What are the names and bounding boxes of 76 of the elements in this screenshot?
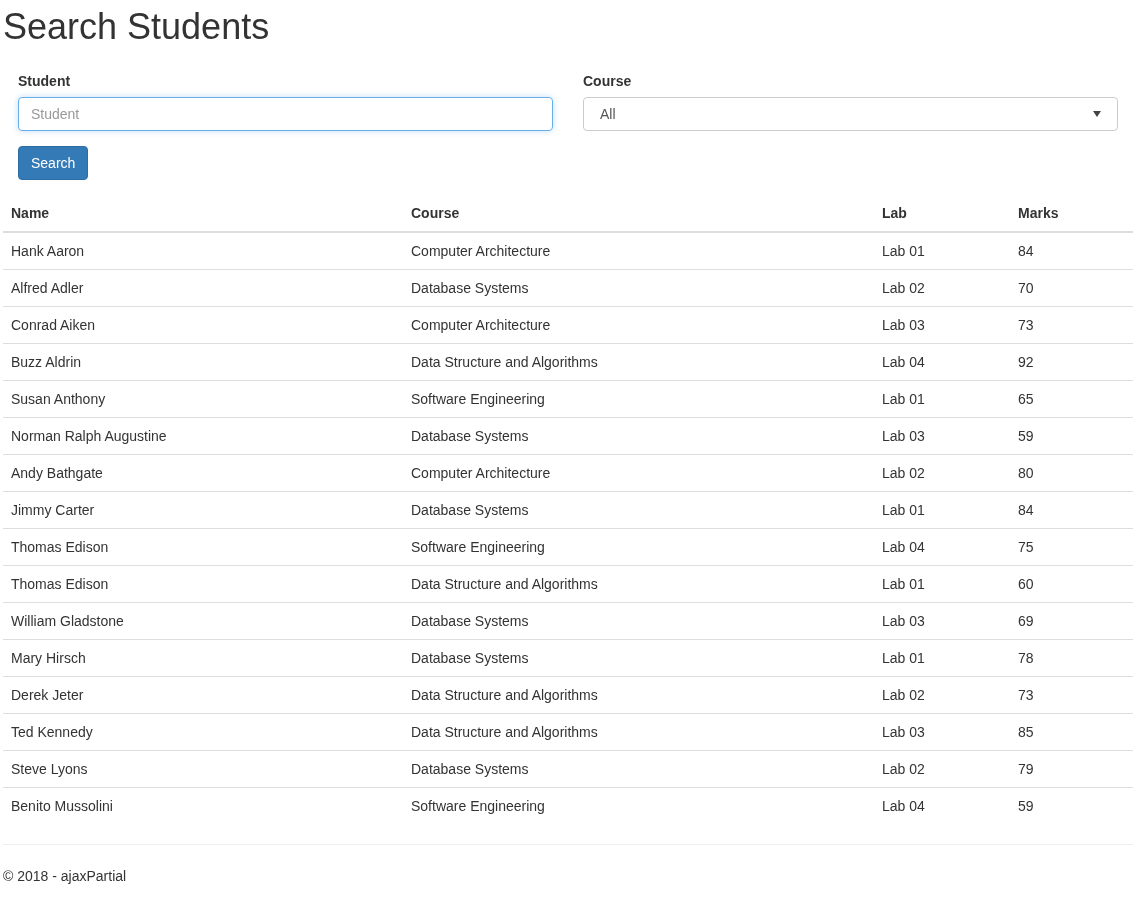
table-cell: 70 xyxy=(1010,269,1133,307)
table-cell: Thomas Edison xyxy=(3,565,403,603)
table-cell: Lab 04 xyxy=(874,787,1010,824)
table-cell: Norman Ralph Augustine xyxy=(3,417,403,455)
table-cell: 73 xyxy=(1010,306,1133,344)
table-cell: Susan Anthony xyxy=(3,380,403,418)
table-cell: 80 xyxy=(1010,454,1133,492)
table-cell: 78 xyxy=(1010,639,1133,677)
table-cell: 69 xyxy=(1010,602,1133,640)
table-cell: Conrad Aiken xyxy=(3,306,403,344)
table-cell: Steve Lyons xyxy=(3,750,403,788)
search-button[interactable]: Search xyxy=(18,146,89,180)
table-cell: 73 xyxy=(1010,676,1133,714)
column-header: Course xyxy=(403,195,874,232)
table-cell: 92 xyxy=(1010,343,1133,381)
table-cell: 79 xyxy=(1010,750,1133,788)
table-cell: Benito Mussolini xyxy=(3,787,403,824)
table-cell: Lab 01 xyxy=(874,639,1010,677)
field-label: Course xyxy=(583,72,632,91)
table-cell: Database Systems xyxy=(403,269,874,307)
table-cell: Lab 01 xyxy=(874,491,1010,529)
table-cell: Ted Kennedy xyxy=(3,713,403,751)
column-header: Name xyxy=(3,195,403,232)
field-label: Student xyxy=(18,72,71,91)
table-cell: Software Engineering xyxy=(403,380,874,418)
table-cell: Computer Architecture xyxy=(403,232,874,270)
table-cell: Software Engineering xyxy=(403,528,874,566)
table-cell: Lab 03 xyxy=(874,306,1010,344)
table-cell: 60 xyxy=(1010,565,1133,603)
table-cell: Hank Aaron xyxy=(3,232,403,270)
table-cell: Lab 03 xyxy=(874,602,1010,640)
table-cell: Data Structure and Algorithms xyxy=(403,713,874,751)
table-cell: 85 xyxy=(1010,713,1133,751)
page-title: Search Students xyxy=(3,5,270,47)
table-cell: Buzz Aldrin xyxy=(3,343,403,381)
table-cell: Database Systems xyxy=(403,639,874,677)
table-cell: 84 xyxy=(1010,232,1133,270)
course-dropdown[interactable]: All xyxy=(583,97,1118,131)
table-cell: Lab 02 xyxy=(874,676,1010,714)
table-cell: Data Structure and Algorithms xyxy=(403,676,874,714)
table-cell: Database Systems xyxy=(403,491,874,529)
table-cell: Data Structure and Algorithms xyxy=(403,343,874,381)
table-cell: Lab 01 xyxy=(874,232,1010,270)
column-header: Lab xyxy=(874,195,1010,232)
table-cell: Software Engineering xyxy=(403,787,874,824)
dropdown-caret-icon xyxy=(1093,111,1101,117)
table-cell: Database Systems xyxy=(403,417,874,455)
table-cell: Lab 03 xyxy=(874,417,1010,455)
table-cell: William Gladstone xyxy=(3,602,403,640)
table-cell: 59 xyxy=(1010,787,1133,824)
table-cell: Lab 02 xyxy=(874,269,1010,307)
column-header: Marks xyxy=(1010,195,1133,232)
table-cell: Lab 04 xyxy=(874,528,1010,566)
table-cell: 65 xyxy=(1010,380,1133,418)
table-cell: Lab 04 xyxy=(874,343,1010,381)
table-cell: Data Structure and Algorithms xyxy=(403,565,874,603)
table-cell: 84 xyxy=(1010,491,1133,529)
table-cell: 59 xyxy=(1010,417,1133,455)
table-cell: Andy Bathgate xyxy=(3,454,403,492)
table-cell: Computer Architecture xyxy=(403,454,874,492)
student-input-field[interactable]: Student xyxy=(18,97,553,131)
table-cell: 75 xyxy=(1010,528,1133,566)
table-cell: Lab 02 xyxy=(874,750,1010,788)
footer-text: © 2018 - ajaxPartial xyxy=(3,867,127,886)
table-cell: Mary Hirsch xyxy=(3,639,403,677)
table-cell: Alfred Adler xyxy=(3,269,403,307)
table-cell: Database Systems xyxy=(403,750,874,788)
table-cell: Derek Jeter xyxy=(3,676,403,714)
table-cell: Lab 02 xyxy=(874,454,1010,492)
table-cell: Database Systems xyxy=(403,602,874,640)
table-cell: Computer Architecture xyxy=(403,306,874,344)
table-cell: Lab 03 xyxy=(874,713,1010,751)
table-cell: Lab 01 xyxy=(874,565,1010,603)
table-cell: Thomas Edison xyxy=(3,528,403,566)
table-cell: Lab 01 xyxy=(874,380,1010,418)
table-cell: Jimmy Carter xyxy=(3,491,403,529)
